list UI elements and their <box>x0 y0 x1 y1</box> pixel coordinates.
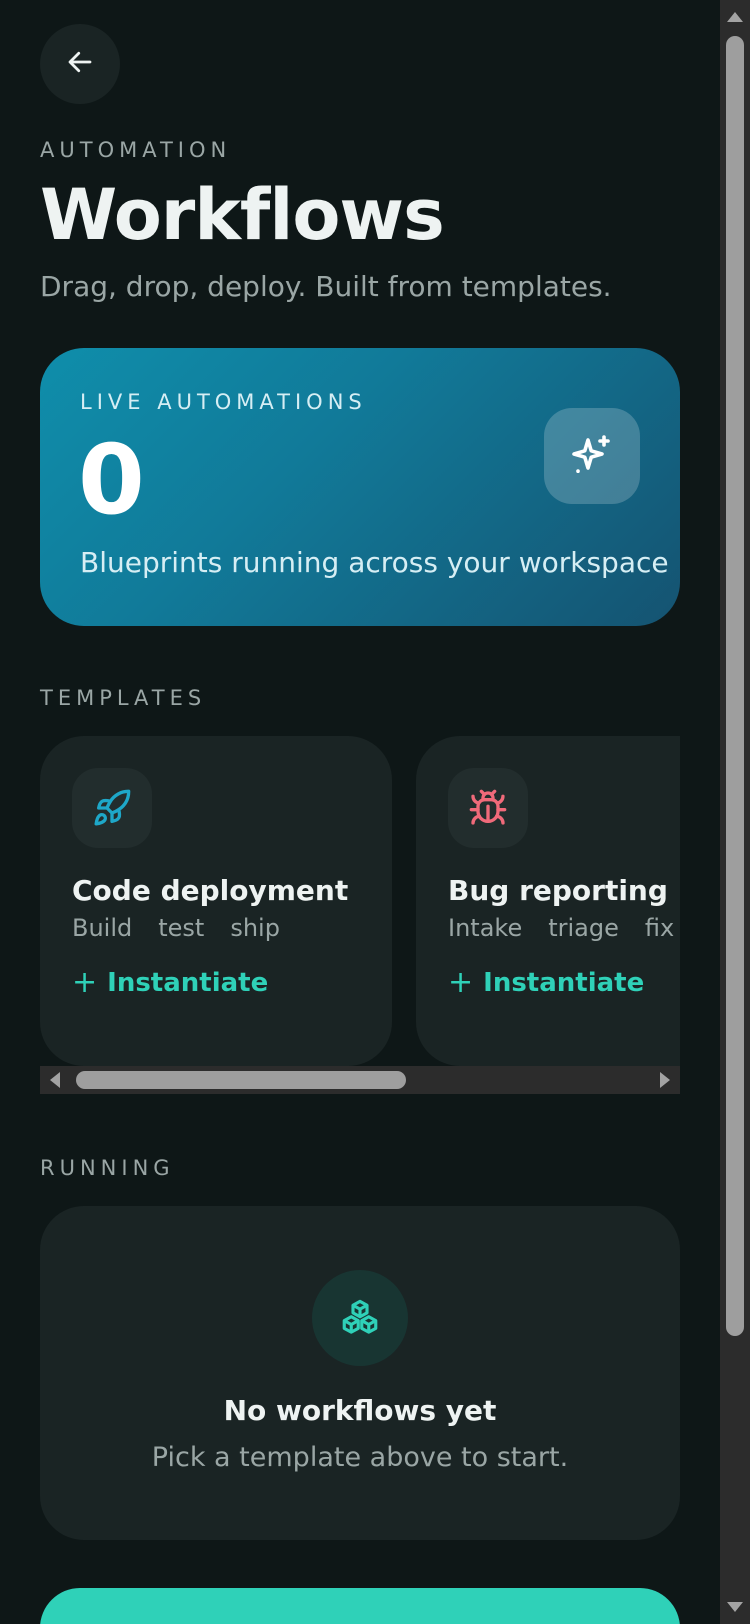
bug-icon <box>448 768 528 848</box>
running-section-label: RUNNING <box>40 1156 175 1180</box>
page-title: Workflows <box>40 174 445 256</box>
template-card-bug-reporting[interactable]: Bug reporting Intake triage fix + Instan… <box>416 736 680 1066</box>
templates-carousel[interactable]: Code deployment Build test ship + Instan… <box>40 736 680 1096</box>
empty-state-title: No workflows yet <box>223 1394 497 1427</box>
scroll-up-arrow-icon[interactable] <box>727 12 743 22</box>
page-subtitle: Drag, drop, deploy. Built from templates… <box>40 270 612 303</box>
template-tag: Build <box>72 914 133 942</box>
templates-horizontal-scrollbar[interactable] <box>40 1066 680 1094</box>
workflows-screen: AUTOMATION Workflows Drag, drop, deploy.… <box>0 0 750 1624</box>
running-empty-state: No workflows yet Pick a template above t… <box>40 1206 680 1540</box>
template-tags: Intake triage fix <box>448 914 674 942</box>
instantiate-label: Instantiate <box>107 968 269 998</box>
scroll-down-arrow-icon[interactable] <box>727 1602 743 1612</box>
instantiate-button-bug-reporting[interactable]: + Instantiate <box>448 965 645 1000</box>
cubes-icon <box>312 1270 408 1366</box>
template-tags: Build test ship <box>72 914 280 942</box>
scroll-right-arrow-icon[interactable] <box>660 1072 670 1088</box>
template-tag: fix <box>644 914 675 942</box>
plus-icon: + <box>448 965 474 1000</box>
scroll-left-arrow-icon[interactable] <box>50 1072 60 1088</box>
templates-track: Code deployment Build test ship + Instan… <box>40 736 680 1066</box>
templates-section-label: TEMPLATES <box>40 686 207 710</box>
plus-icon: + <box>72 965 98 1000</box>
scrollbar-thumb[interactable] <box>76 1071 406 1089</box>
instantiate-button-code-deployment[interactable]: + Instantiate <box>72 965 269 1000</box>
instantiate-label: Instantiate <box>483 968 645 998</box>
template-card-code-deployment[interactable]: Code deployment Build test ship + Instan… <box>40 736 392 1066</box>
template-name: Code deployment <box>72 874 349 907</box>
live-automations-description: Blueprints running across your workspace <box>80 546 669 579</box>
sparkles-icon <box>544 408 640 504</box>
live-automations-label: LIVE AUTOMATIONS <box>80 390 367 414</box>
primary-action-button[interactable] <box>40 1588 680 1624</box>
back-button[interactable] <box>40 24 120 104</box>
rocket-icon <box>72 768 152 848</box>
live-automations-count: 0 <box>78 424 145 536</box>
template-tag: test <box>158 914 205 942</box>
template-name: Bug reporting <box>448 874 668 907</box>
page-eyebrow: AUTOMATION <box>40 138 232 162</box>
template-tag: ship <box>230 914 280 942</box>
template-tag: triage <box>548 914 619 942</box>
scrollbar-thumb[interactable] <box>726 36 744 1336</box>
live-automations-card: LIVE AUTOMATIONS 0 Blueprints running ac… <box>40 348 680 626</box>
template-tag: Intake <box>448 914 523 942</box>
empty-state-description: Pick a template above to start. <box>151 1442 569 1473</box>
page-vertical-scrollbar[interactable] <box>720 0 750 1624</box>
arrow-left-icon <box>65 47 95 81</box>
